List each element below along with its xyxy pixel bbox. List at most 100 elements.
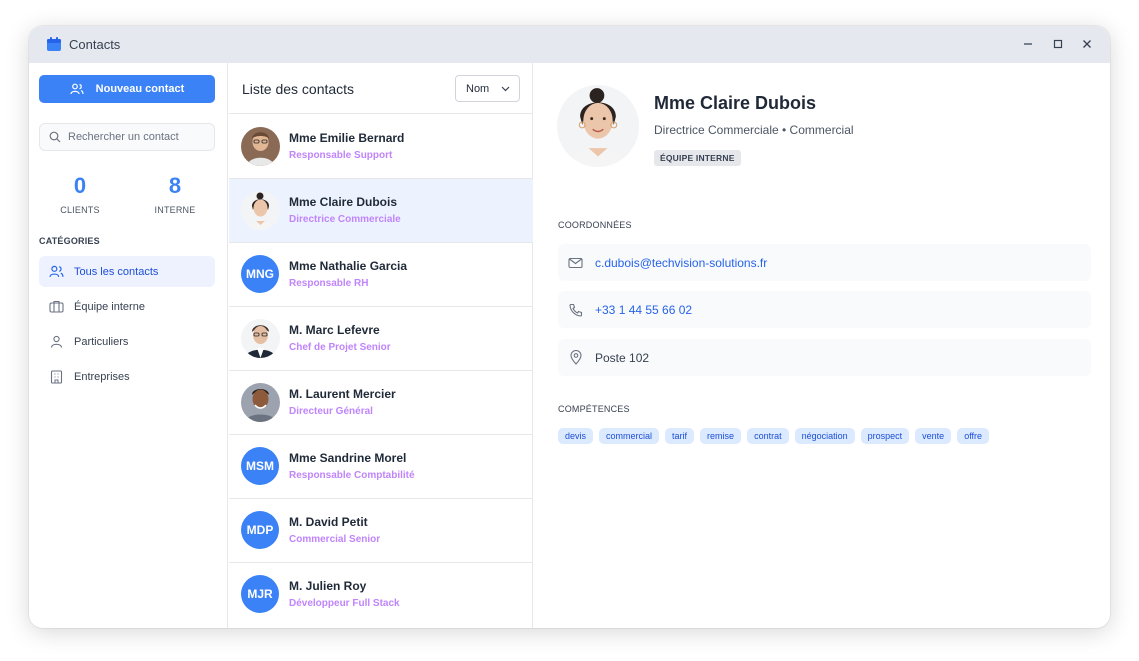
title-bar: Contacts xyxy=(29,26,1110,63)
skill-tag[interactable]: commercial xyxy=(599,428,660,444)
list-header: Liste des contacts Nom xyxy=(229,63,532,114)
contact-row[interactable]: Mme Emilie Bernard Responsable Support xyxy=(229,115,533,179)
contact-role: Chef de Projet Senior xyxy=(289,342,391,353)
contact-name: Mme Sandrine Morel xyxy=(289,451,407,465)
contact-name: Mme Claire Dubois xyxy=(289,195,398,209)
contact-name: M. David Petit xyxy=(289,515,368,529)
user-icon xyxy=(49,334,64,349)
users-icon xyxy=(70,83,84,95)
contact-row[interactable]: M. Marc Lefevre Chef de Projet Senior xyxy=(229,307,533,371)
stat-clients: 0 CLIENTS xyxy=(40,173,120,215)
phone-link[interactable]: +33 1 44 55 66 02 xyxy=(595,303,692,317)
contact-row[interactable]: MNG Mme Nathalie Garcia Responsable RH xyxy=(229,243,533,307)
phone-row[interactable]: +33 1 44 55 66 02 xyxy=(558,291,1091,328)
detail-subtitle: Directrice Commerciale • Commercial xyxy=(654,123,854,137)
minimize-button[interactable] xyxy=(1020,36,1036,52)
stat-interne-label: INTERNE xyxy=(154,205,196,215)
close-button[interactable] xyxy=(1079,36,1095,52)
phone-icon xyxy=(568,302,583,317)
sort-select[interactable]: Nom xyxy=(455,75,520,102)
new-contact-button[interactable]: Nouveau contact xyxy=(39,75,215,103)
contact-name: M. Julien Roy xyxy=(289,579,367,593)
extension-row: Poste 102 xyxy=(558,339,1091,376)
contact-avatar-initials: MSM xyxy=(241,447,279,485)
contact-role: Responsable Support xyxy=(289,150,393,161)
contact-row[interactable]: MSM Mme Sandrine Morel Responsable Compt… xyxy=(229,435,533,499)
detail-name: Mme Claire Dubois xyxy=(654,93,817,113)
contact-role: Directrice Commerciale xyxy=(289,214,401,225)
search-input[interactable] xyxy=(68,131,208,143)
maximize-icon xyxy=(1053,39,1063,49)
skill-tag[interactable]: offre xyxy=(957,428,990,444)
contact-avatar-initials: MDP xyxy=(241,511,279,549)
skill-tag[interactable]: négociation xyxy=(794,428,855,444)
contact-avatar-initials: MNG xyxy=(241,255,279,293)
window-title: Contacts xyxy=(69,37,121,52)
contact-role: Responsable Comptabilité xyxy=(289,470,415,481)
mail-icon xyxy=(568,255,583,270)
skill-tag[interactable]: vente xyxy=(915,428,952,444)
contact-role: Développeur Full Stack xyxy=(289,598,400,609)
extension-text: Poste 102 xyxy=(595,350,650,365)
contact-name: M. Marc Lefevre xyxy=(289,323,380,337)
email-link[interactable]: c.dubois@techvision-solutions.fr xyxy=(595,256,767,270)
email-row[interactable]: c.dubois@techvision-solutions.fr xyxy=(558,244,1091,281)
categories-heading: CATÉGORIES xyxy=(39,236,100,246)
category-label: Tous les contacts xyxy=(74,265,159,278)
detail-badge: ÉQUIPE INTERNE xyxy=(654,150,741,166)
category-companies[interactable]: Entreprises xyxy=(39,361,215,392)
skills-tags: devis commercial tarif remise contrat né… xyxy=(558,428,990,444)
contact-list-panel: Liste des contacts Nom Mme Emilie Bernar… xyxy=(229,63,533,628)
skill-tag[interactable]: remise xyxy=(700,428,742,444)
contact-name: Mme Emilie Bernard xyxy=(289,131,405,145)
briefcase-icon xyxy=(49,299,64,314)
sidebar: Nouveau contact 0 CLIENTS 8 INTERNE CATÉ… xyxy=(29,63,228,628)
skill-tag[interactable]: devis xyxy=(558,428,594,444)
detail-avatar-photo xyxy=(557,85,639,167)
coordinates-heading: COORDONNÉES xyxy=(558,220,632,230)
contact-detail-panel: Mme Claire Dubois Directrice Commerciale… xyxy=(534,63,1110,628)
users-icon xyxy=(49,264,64,279)
stat-interne: 8 INTERNE xyxy=(135,173,215,215)
category-label: Entreprises xyxy=(74,370,130,383)
contact-row[interactable]: MDP M. David Petit Commercial Senior xyxy=(229,499,533,563)
stat-interne-value: 8 xyxy=(168,173,182,198)
category-internal-team[interactable]: Équipe interne xyxy=(39,291,215,322)
calendar-icon xyxy=(47,37,61,51)
stat-clients-label: CLIENTS xyxy=(60,205,100,215)
search-icon xyxy=(49,131,61,143)
contact-row[interactable]: M. Laurent Mercier Directeur Général xyxy=(229,371,533,435)
contact-role: Responsable RH xyxy=(289,278,369,289)
contact-row[interactable]: MJR M. Julien Roy Développeur Full Stack xyxy=(229,563,533,627)
skill-tag[interactable]: prospect xyxy=(860,428,910,444)
category-label: Équipe interne xyxy=(74,300,145,313)
sort-select-value: Nom xyxy=(466,82,490,95)
contact-role: Commercial Senior xyxy=(289,534,381,545)
contact-row-selected[interactable]: Mme Claire Dubois Directrice Commerciale xyxy=(229,179,533,243)
contact-role: Directeur Général xyxy=(289,406,373,417)
building-icon xyxy=(49,369,64,384)
chevron-down-icon xyxy=(501,86,510,91)
minimize-icon xyxy=(1024,43,1032,45)
list-title: Liste des contacts xyxy=(242,81,355,97)
skill-tag[interactable]: tarif xyxy=(665,428,695,444)
search-field[interactable] xyxy=(39,123,215,151)
contact-avatar-photo xyxy=(241,191,280,230)
category-all-contacts[interactable]: Tous les contacts xyxy=(39,256,215,287)
close-icon xyxy=(1083,40,1091,48)
contact-avatar-photo xyxy=(241,319,280,358)
skill-tag[interactable]: contrat xyxy=(747,428,789,444)
contact-avatar-initials: MJR xyxy=(241,575,279,613)
contact-name: Mme Nathalie Garcia xyxy=(289,259,408,273)
category-label: Particuliers xyxy=(74,335,129,348)
skills-heading: COMPÉTENCES xyxy=(558,404,630,414)
contact-name: M. Laurent Mercier xyxy=(289,387,396,401)
map-pin-icon xyxy=(568,350,583,365)
category-individuals[interactable]: Particuliers xyxy=(39,326,215,357)
maximize-button[interactable] xyxy=(1050,36,1066,52)
contact-avatar-photo xyxy=(241,383,280,422)
contact-avatar-photo xyxy=(241,127,280,166)
app-window: Contacts Nouveau contact Rechercher un c… xyxy=(29,26,1110,628)
stat-clients-value: 0 xyxy=(73,173,87,198)
new-contact-label: Nouveau contact xyxy=(95,83,185,95)
